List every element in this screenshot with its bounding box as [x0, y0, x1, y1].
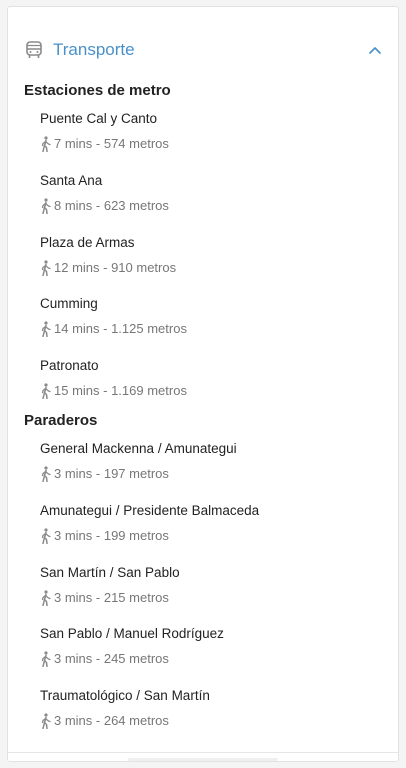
station-distance-row: 12 mins - 910 metros	[40, 260, 384, 276]
station-name: Traumatológico / San Martín	[40, 688, 210, 704]
list-item[interactable]: San Pablo / Manuel Rodríguez 3 mins - 24…	[40, 617, 384, 679]
chevron-up-icon[interactable]	[366, 41, 384, 59]
station-name: General Mackenna / Amunategui	[40, 441, 237, 456]
panel-footer	[8, 752, 398, 761]
list-item[interactable]: General Mackenna / Amunategui 3 mins - 1…	[40, 432, 384, 494]
station-distance-row: 8 mins - 623 metros	[40, 198, 384, 214]
metro-section-title: Estaciones de metro	[24, 82, 171, 99]
walking-person-icon	[40, 136, 51, 152]
station-distance: 7 mins - 574 metros	[54, 136, 169, 151]
bus-icon	[24, 40, 44, 60]
walking-person-icon	[40, 651, 51, 668]
walking-person-icon	[40, 321, 51, 338]
station-distance-row: 3 mins - 245 metros	[40, 651, 384, 668]
walking-person-icon	[40, 259, 51, 276]
station-distance-row: 3 mins - 199 metros	[40, 528, 384, 544]
list-item[interactable]: Traumatológico / San Martín 3 mins - 264…	[40, 679, 384, 741]
station-distance: 3 mins - 197 metros	[54, 466, 169, 481]
list-item[interactable]: Amunategui / Presidente Balmaceda 3 mins…	[40, 494, 384, 556]
list-item[interactable]: Santa Ana 8 mins - 623 metros	[40, 164, 384, 226]
station-distance-row: 14 mins - 1.125 metros	[40, 321, 384, 338]
list-item[interactable]: Plaza de Armas 12 mins - 910 metros	[40, 226, 384, 288]
station-name: Cumming	[40, 296, 98, 312]
station-distance: 8 mins - 623 metros	[54, 197, 169, 213]
station-distance-row: 7 mins - 574 metros	[40, 136, 384, 152]
list-item[interactable]: Cumming 14 mins - 1.125 metros	[40, 287, 384, 349]
stops-section: Paraderos General Mackenna / Amunategui …	[24, 410, 384, 741]
station-distance-row: 3 mins - 197 metros	[40, 466, 384, 482]
station-distance: 15 mins - 1.169 metros	[54, 383, 187, 399]
walking-person-icon	[40, 528, 51, 544]
station-name: San Pablo / Manuel Rodríguez	[40, 626, 224, 642]
station-distance-row: 15 mins - 1.169 metros	[40, 383, 384, 400]
list-item[interactable]: Patronato 15 mins - 1.169 metros	[40, 349, 384, 411]
station-distance: 12 mins - 910 metros	[54, 259, 177, 275]
station-name: Puente Cal y Canto	[40, 111, 158, 126]
station-distance: 3 mins - 215 metros	[54, 589, 169, 605]
station-name: Plaza de Armas	[40, 234, 135, 250]
transport-panel: Transporte Estaciones de metro Puente Ca…	[7, 6, 399, 762]
station-distance: 3 mins - 245 metros	[54, 651, 169, 667]
station-distance: 14 mins - 1.125 metros	[54, 321, 187, 337]
station-distance: 3 mins - 264 metros	[54, 713, 169, 729]
walking-person-icon	[40, 589, 51, 606]
station-name: Patronato	[40, 358, 99, 374]
station-name: San Martín / San Pablo	[40, 564, 180, 580]
station-distance-row: 3 mins - 215 metros	[40, 590, 384, 606]
walking-person-icon	[40, 198, 51, 214]
stops-section-title: Paraderos	[24, 412, 98, 429]
metro-section: Estaciones de metro Puente Cal y Canto 7…	[24, 80, 384, 411]
walking-person-icon	[40, 383, 51, 400]
list-item[interactable]: San Martín / San Pablo 3 mins - 215 metr…	[40, 556, 384, 618]
station-distance: 3 mins - 199 metros	[54, 527, 169, 543]
station-distance-row: 3 mins - 264 metros	[40, 713, 384, 730]
transport-title: Transporte	[53, 40, 135, 59]
footer-divider	[128, 758, 278, 761]
list-item[interactable]: Puente Cal y Canto 7 mins - 574 metros	[40, 102, 384, 164]
station-name: Santa Ana	[40, 172, 103, 188]
station-name: Amunategui / Presidente Balmaceda	[40, 502, 260, 518]
walking-person-icon	[40, 466, 51, 482]
walking-person-icon	[40, 713, 51, 730]
transport-header[interactable]: Transporte	[24, 37, 384, 63]
